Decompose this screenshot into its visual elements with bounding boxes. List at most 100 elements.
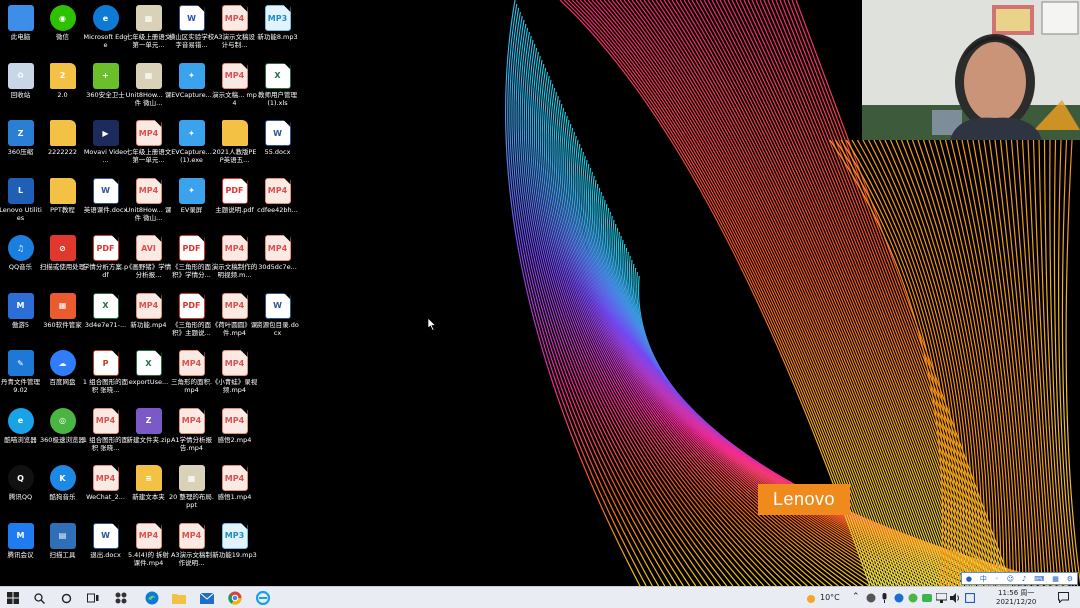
- desktop-icon[interactable]: Z 新建文件夹.zip: [127, 406, 170, 462]
- desktop-icon[interactable]: Z 360压缩: [0, 118, 42, 174]
- tray-app-icon[interactable]: [866, 593, 876, 603]
- ime-skin-icon[interactable]: ▦: [1052, 575, 1059, 583]
- desktop-icon[interactable]: 此电脑: [0, 3, 42, 59]
- desktop-icon[interactable]: ☁ 百度网盘: [41, 348, 84, 404]
- desktop-icon[interactable]: W 55.docx: [256, 118, 299, 174]
- desktop-icon[interactable]: MP4 A1学情分析报告.mp4: [170, 406, 213, 462]
- desktop-icon[interactable]: PDF 《三角形的面积》学情分...: [170, 233, 213, 289]
- desktop-icon[interactable]: MP4 七年级上册语文第一单元...: [126, 118, 171, 174]
- desktop-icon[interactable]: MP4 三角形的面积.mp4: [170, 348, 213, 404]
- start-button[interactable]: [4, 589, 22, 607]
- desktop-icon[interactable]: MP4 WeChat_2...: [84, 463, 127, 519]
- desktop-icon[interactable]: ✦ EVCapture...: [170, 61, 213, 117]
- taskbar-chrome[interactable]: [226, 589, 244, 607]
- taskbar-edge[interactable]: [143, 589, 161, 607]
- clock-date[interactable]: 2021/12/20: [996, 598, 1036, 606]
- desktop-icon[interactable]: 2021人教版PEP英语五...: [212, 118, 257, 174]
- desktop-icon[interactable]: ▶ Movavi Video ...: [84, 118, 127, 174]
- desktop-icon[interactable]: Q 腾讯QQ: [0, 463, 42, 519]
- network-icon[interactable]: [936, 593, 947, 603]
- desktop-icon[interactable]: W 资源包目录.docx: [256, 291, 299, 347]
- desktop-icon[interactable]: X 3d4e7e71-...: [84, 291, 127, 347]
- desktop-icon[interactable]: ⊘ 扫描或使用处理: [40, 233, 85, 289]
- desktop-icon[interactable]: ✦ EVCapture... (1).exe: [170, 118, 213, 174]
- desktop-icon[interactable]: PDF 《三角形的面积》主题说...: [170, 291, 213, 347]
- desktop-icon[interactable]: MP4 5.4(4)的 拆射课件.mp4: [127, 521, 170, 577]
- desktop-icon[interactable]: W 退出.docx: [84, 521, 127, 577]
- desktop-icon[interactable]: MP3 新功能8.mp3: [256, 3, 299, 59]
- ime-emoji-icon[interactable]: ☺: [1007, 575, 1014, 583]
- ime-toolbar[interactable]: ● 中 ◦ ☺ ♪ ⌨ ▦ ⚙: [961, 572, 1078, 585]
- desktop-icon[interactable]: MP4 演示文稿... mp4: [212, 61, 257, 117]
- desktop-icon[interactable]: M 腾讯会议: [0, 521, 42, 577]
- volume-icon[interactable]: [950, 593, 961, 603]
- desktop-icon[interactable]: ≡ 新建文本夹: [127, 463, 170, 519]
- desktop-icon[interactable]: ✎ 丹青文件管理 9.02: [0, 348, 42, 404]
- desktop-icon[interactable]: MP3 新功能19.mp3: [212, 521, 257, 577]
- desktop-icon[interactable]: X 教师用户管理(1).xls: [256, 61, 299, 117]
- taskbar-file-explorer[interactable]: [170, 589, 188, 607]
- taskbar-mail[interactable]: [198, 589, 216, 607]
- ime-punct-icon[interactable]: ◦: [995, 575, 999, 583]
- ime-mode[interactable]: 中: [980, 574, 987, 584]
- desktop-icon[interactable]: 2222222: [41, 118, 84, 174]
- desktop-icon[interactable]: MP4 A3演示文稿设计与制...: [213, 3, 256, 59]
- desktop-icon[interactable]: e Microsoft Edge: [83, 3, 128, 59]
- desktop-icon[interactable]: PDF 主题说明.pdf: [213, 176, 256, 232]
- desktop-icon[interactable]: K 酷狗音乐: [41, 463, 84, 519]
- desktop-icon[interactable]: XexportUse...: [127, 348, 170, 404]
- desktop-icon[interactable]: AVI 《画野猪》学情分析报...: [126, 233, 171, 289]
- desktop-icon[interactable]: ◎ 360极速浏览器: [40, 406, 85, 462]
- tray-wechat-icon[interactable]: [922, 593, 932, 603]
- task-view-button[interactable]: [84, 589, 102, 607]
- desktop-icon[interactable]: MP4 cdfee42bh...: [256, 176, 299, 232]
- desktop-icon[interactable]: ▦ 20 整理的布局.ppt: [169, 463, 214, 519]
- desktop-icon[interactable]: MP4 30d5dc7e...: [256, 233, 299, 289]
- desktop-icon[interactable]: MP4 演示文稿制作的明视频.m...: [212, 233, 257, 289]
- desktop-icon[interactable]: MP4 感悟2.mp4: [213, 406, 256, 462]
- desktop-icon[interactable]: ▦ Unit8How... 课件 微山...: [126, 61, 171, 117]
- taskbar-app-grid[interactable]: [112, 589, 130, 607]
- ime-logo-icon[interactable]: ●: [966, 575, 972, 583]
- desktop-icon-label: 2.0: [57, 90, 68, 99]
- desktop-icon[interactable]: W 英语课件.docx: [84, 176, 127, 232]
- tray-input-icon[interactable]: [965, 593, 975, 603]
- desktop-icon[interactable]: MP4 A3演示文稿制作说明...: [170, 521, 213, 577]
- desktop-icon[interactable]: L Lenovo Utilities: [0, 176, 42, 232]
- microphone-icon[interactable]: [881, 593, 888, 603]
- desktop-icon[interactable]: 2 2.0: [41, 61, 84, 117]
- desktop-icon[interactable]: M 傲游5: [0, 291, 42, 347]
- ime-settings-icon[interactable]: ⚙: [1067, 575, 1073, 583]
- show-hidden-icons-icon[interactable]: ⌃: [852, 592, 860, 602]
- desktop-icon[interactable]: ◉ 微信: [41, 3, 84, 59]
- desktop-icon[interactable]: MP4 1 组合图形的面积 张晓...: [83, 406, 128, 462]
- desktop-icon[interactable]: PPT教程: [41, 176, 84, 232]
- desktop-icon[interactable]: ▤ 扫描工具: [41, 521, 84, 577]
- ime-keyboard-icon[interactable]: ⌨: [1034, 575, 1044, 583]
- desktop-icon[interactable]: ♫ QQ音乐: [0, 233, 42, 289]
- clock-time[interactable]: 11:56 周一: [998, 588, 1034, 598]
- desktop-icon[interactable]: ▦ 360软件管家: [41, 291, 84, 347]
- desktop-icon[interactable]: e 酷喵浏览器: [0, 406, 42, 462]
- taskbar-ie[interactable]: [254, 589, 272, 607]
- desktop-icon[interactable]: W 横山区实验学校字音易错...: [169, 3, 214, 59]
- desktop-icon[interactable]: MP4 Unit8How... 课件 微山...: [126, 176, 171, 232]
- tray-360-icon[interactable]: [908, 593, 918, 603]
- desktop-icon[interactable]: P 1 组合图形的面积 张晓...: [83, 348, 128, 404]
- notification-center-icon[interactable]: [1058, 592, 1069, 603]
- desktop-icon[interactable]: MP4 新功能.mp4: [127, 291, 170, 347]
- weather-temp[interactable]: 10°C: [820, 593, 840, 602]
- search-button[interactable]: [30, 589, 48, 607]
- desktop-icon[interactable]: ✦ EV录屏: [170, 176, 213, 232]
- cortana-button[interactable]: [57, 589, 75, 607]
- ime-voice-icon[interactable]: ♪: [1022, 575, 1026, 583]
- desktop-icon[interactable]: MP4 《小青蛙》录视频.mp4: [212, 348, 257, 404]
- desktop-icon[interactable]: PDF 学情分析方案.pdf: [83, 233, 128, 289]
- desktop-icon[interactable]: ▦ 七年级上册语文第一单元...: [126, 3, 171, 59]
- desktop-icon[interactable]: +360安全卫士: [84, 61, 127, 117]
- desktop-icon[interactable]: MP4 《荷叶圆圆》课件.mp4: [212, 291, 257, 347]
- tray-security-icon[interactable]: [894, 593, 904, 603]
- weather-sun-icon[interactable]: [806, 594, 816, 604]
- desktop-icon[interactable]: MP4 感悟1.mp4: [213, 463, 256, 519]
- desktop-icon[interactable]: ♻ 回收站: [0, 61, 42, 117]
